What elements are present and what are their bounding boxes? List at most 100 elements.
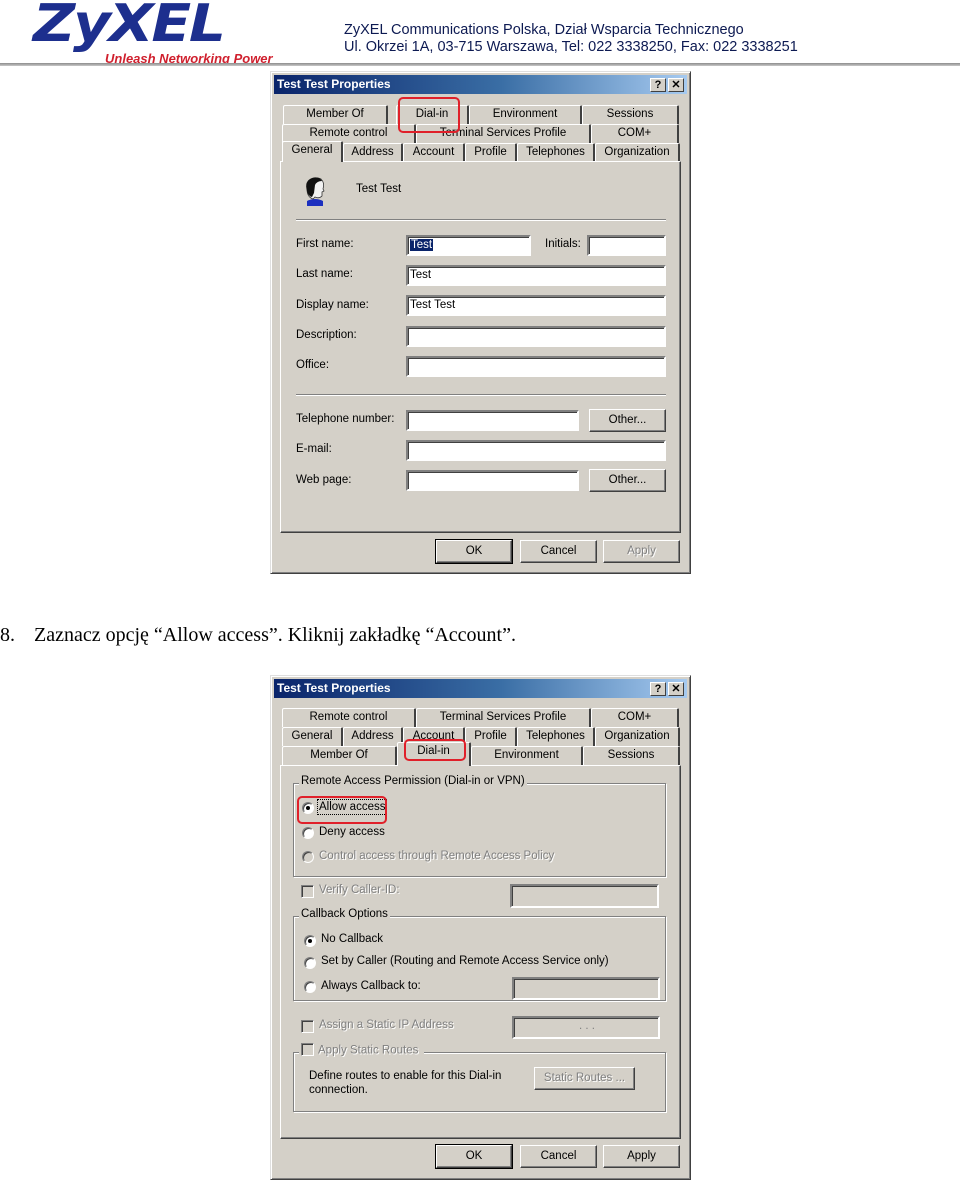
- webpage-other-button[interactable]: Other...: [589, 469, 666, 492]
- deny-access-label[interactable]: Deny access: [319, 826, 385, 838]
- tab-profile[interactable]: Profile: [465, 143, 517, 162]
- tab-organization[interactable]: Organization: [595, 143, 680, 162]
- initials-label: Initials:: [545, 238, 581, 250]
- verify-caller-id-checkbox[interactable]: [301, 885, 314, 898]
- first-name-input[interactable]: Test: [406, 235, 531, 256]
- webpage-input[interactable]: [406, 470, 579, 491]
- tab-terminal-services-profile[interactable]: Terminal Services Profile: [416, 708, 591, 727]
- control-access-radio[interactable]: [302, 851, 314, 863]
- email-input[interactable]: [406, 440, 666, 461]
- help-button[interactable]: ?: [650, 682, 666, 696]
- tab-general[interactable]: General: [282, 141, 343, 162]
- email-label: E-mail:: [296, 443, 332, 455]
- verify-caller-id-input[interactable]: [510, 884, 659, 908]
- last-name-input[interactable]: Test: [406, 265, 666, 286]
- static-ip-input[interactable]: . . .: [512, 1016, 660, 1039]
- tab-com-plus[interactable]: COM+: [591, 708, 679, 727]
- always-callback-label[interactable]: Always Callback to:: [321, 980, 421, 992]
- tab-environment[interactable]: Environment: [471, 746, 583, 765]
- tab-address[interactable]: Address: [343, 143, 403, 162]
- apply-button[interactable]: Apply: [603, 1145, 680, 1168]
- dialog-title: Test Test Properties: [277, 681, 391, 695]
- company-line: ZyXEL Communications Polska, Dział Wspar…: [344, 22, 744, 38]
- tab-sessions[interactable]: Sessions: [582, 105, 679, 124]
- properties-dialog-general: Test Test Properties ? ✕ Member Of Dial-…: [270, 71, 691, 574]
- apply-button[interactable]: Apply: [603, 540, 680, 563]
- first-name-label: First name:: [296, 238, 354, 250]
- allow-access-label[interactable]: Allow access: [316, 799, 388, 815]
- tab-sessions[interactable]: Sessions: [583, 746, 680, 765]
- user-avatar-icon: [306, 177, 325, 206]
- apply-static-routes-checkbox[interactable]: [301, 1043, 314, 1056]
- tab-member-of[interactable]: Member Of: [283, 105, 388, 124]
- company-info: ZyXEL Communications Polska, Dział Wspar…: [344, 22, 798, 56]
- address-line: Ul. Okrzei 1A, 03-715 Warszawa, Tel: 022…: [344, 39, 798, 55]
- tab-dial-in[interactable]: Dial-in: [397, 742, 471, 766]
- close-button[interactable]: ✕: [668, 682, 684, 696]
- always-callback-radio[interactable]: [304, 981, 316, 993]
- description-label: Description:: [296, 329, 357, 341]
- verify-caller-id-label: Verify Caller-ID:: [319, 884, 400, 896]
- step-text: Zaznacz opcję “Allow access”. Kliknij za…: [34, 624, 516, 646]
- routes-description: Define routes to enable for this Dial-in…: [309, 1070, 502, 1096]
- step-number: 8.: [0, 624, 15, 646]
- always-callback-input[interactable]: [512, 977, 660, 1000]
- cancel-button[interactable]: Cancel: [520, 540, 597, 563]
- allow-access-radio[interactable]: [302, 802, 314, 814]
- close-button[interactable]: ✕: [668, 78, 684, 92]
- tab-profile[interactable]: Profile: [465, 727, 517, 746]
- set-by-caller-radio[interactable]: [304, 957, 316, 969]
- webpage-label: Web page:: [296, 474, 352, 486]
- tab-organization[interactable]: Organization: [595, 727, 680, 746]
- initials-input[interactable]: [587, 235, 666, 256]
- dial-in-tab-panel: Remote Access Permission (Dial-in or VPN…: [280, 765, 681, 1139]
- ok-button[interactable]: OK: [435, 1144, 513, 1169]
- office-label: Office:: [296, 359, 330, 371]
- static-routes-button[interactable]: Static Routes ...: [534, 1067, 635, 1090]
- tab-terminal-services-profile[interactable]: Terminal Services Profile: [416, 124, 591, 143]
- deny-access-radio[interactable]: [302, 827, 314, 839]
- display-name-input[interactable]: Test Test: [406, 295, 666, 316]
- user-display-name: Test Test: [356, 183, 402, 195]
- assign-static-ip-checkbox[interactable]: [301, 1020, 314, 1033]
- tab-environment[interactable]: Environment: [469, 105, 582, 124]
- tab-telephones[interactable]: Telephones: [517, 727, 595, 746]
- title-bar[interactable]: Test Test Properties ? ✕: [274, 679, 687, 698]
- telephone-other-button[interactable]: Other...: [589, 409, 666, 432]
- separator: [296, 219, 666, 221]
- tab-dial-in[interactable]: Dial-in: [396, 105, 469, 124]
- tab-account[interactable]: Account: [403, 143, 465, 162]
- tab-general[interactable]: General: [282, 727, 343, 746]
- no-callback-radio[interactable]: [304, 935, 316, 947]
- set-by-caller-label[interactable]: Set by Caller (Routing and Remote Access…: [321, 955, 609, 967]
- display-name-label: Display name:: [296, 299, 369, 311]
- close-icon: ✕: [671, 683, 681, 695]
- tab-member-of[interactable]: Member Of: [282, 746, 397, 765]
- no-callback-label[interactable]: No Callback: [321, 933, 383, 945]
- telephone-input[interactable]: [406, 410, 579, 431]
- office-input[interactable]: [406, 356, 666, 377]
- separator: [296, 394, 666, 396]
- help-button[interactable]: ?: [650, 78, 666, 92]
- apply-static-routes-label: Apply Static Routes: [318, 1044, 419, 1057]
- assign-static-ip-label: Assign a Static IP Address: [319, 1019, 454, 1031]
- apply-static-routes-title: Apply Static Routes: [299, 1043, 425, 1057]
- tab-remote-control[interactable]: Remote control: [282, 708, 416, 727]
- ok-button[interactable]: OK: [435, 539, 513, 564]
- remote-access-permission-title: Remote Access Permission (Dial-in or VPN…: [299, 775, 527, 787]
- tab-com-plus[interactable]: COM+: [591, 124, 679, 143]
- cancel-button[interactable]: Cancel: [520, 1145, 597, 1168]
- tab-telephones[interactable]: Telephones: [517, 143, 595, 162]
- help-icon: ?: [654, 683, 662, 695]
- zyxel-logo: ZyXEL Unleash Networking Power: [33, 0, 313, 66]
- description-input[interactable]: [406, 326, 666, 347]
- header-divider: [0, 63, 960, 66]
- title-bar[interactable]: Test Test Properties ? ✕: [274, 75, 687, 94]
- dialog-title: Test Test Properties: [277, 77, 391, 91]
- close-icon: ✕: [671, 79, 681, 91]
- help-icon: ?: [654, 79, 662, 91]
- last-name-label: Last name:: [296, 268, 353, 280]
- telephone-label: Telephone number:: [296, 413, 395, 425]
- general-tab-panel: Test Test First name: Test Initials: Las…: [280, 161, 681, 533]
- tab-address[interactable]: Address: [343, 727, 403, 746]
